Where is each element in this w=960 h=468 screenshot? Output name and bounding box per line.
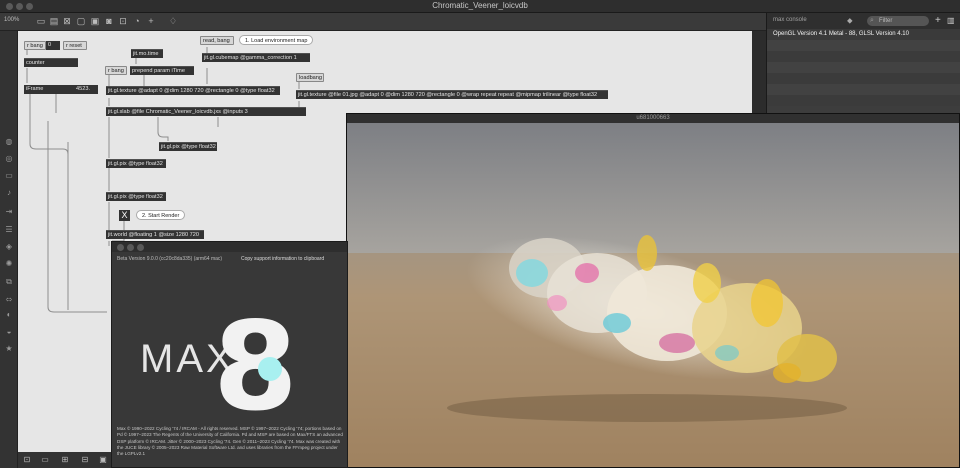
jit-mo-time-object[interactable]: jit.mo.time bbox=[131, 49, 163, 58]
prepend-param-object[interactable]: prepend param iTime bbox=[130, 66, 194, 75]
zoom-level[interactable]: 100% bbox=[4, 17, 19, 23]
max-application-window: Chromatic_Veener_loicvdb 100% ▭ ▤ ⊠ ▢ ▣ … bbox=[0, 0, 960, 468]
console-header: max console ⬥ ⌕ Filter + ▥ bbox=[767, 13, 960, 29]
sidebar-frame-icon[interactable]: ⇥ bbox=[4, 207, 14, 217]
loadbang-object[interactable]: loadbang bbox=[296, 73, 324, 82]
iframe-number-box[interactable]: 4523. bbox=[74, 85, 98, 94]
console-message[interactable]: OpenGL Version 4.1 Metal - 88, GLSL Vers… bbox=[767, 29, 960, 40]
jit-gl-cubemap-object[interactable]: jit.gl.cubemap @gamma_correction 1 bbox=[202, 53, 310, 62]
counter-object[interactable]: counter bbox=[24, 58, 78, 67]
toggle-icon[interactable]: ⊡ bbox=[118, 16, 128, 26]
window-title: Chromatic_Veener_loicvdb bbox=[432, 1, 528, 10]
button-icon[interactable]: ◙ bbox=[104, 16, 114, 26]
bottom-toolbar: ⊡ ▭ ⊞ ⊟ ▣ bbox=[18, 452, 114, 468]
add-object-icon[interactable]: + bbox=[146, 16, 156, 26]
render-window-title: u681000663 bbox=[347, 114, 959, 123]
console-row-empty bbox=[767, 40, 960, 51]
add-icon[interactable]: + bbox=[935, 15, 941, 26]
about-minimize-button[interactable] bbox=[127, 244, 134, 251]
console-title: max console bbox=[773, 17, 807, 23]
console-filter-input[interactable]: ⌕ Filter bbox=[867, 16, 929, 26]
clear-console-icon[interactable]: ▥ bbox=[947, 16, 955, 25]
max-eight-numeral: 8 bbox=[213, 296, 298, 422]
sidebar-list-icon[interactable]: ☰ bbox=[4, 225, 14, 235]
bottom-lock-icon[interactable]: ⊡ bbox=[22, 455, 32, 465]
grid-icon[interactable]: ▤ bbox=[49, 16, 59, 26]
jit-gl-texture-object-2[interactable]: jit.gl.texture @file 01.jpg @adapt 0 @di… bbox=[296, 90, 608, 99]
console-row-empty bbox=[767, 62, 960, 73]
bottom-grid-icon[interactable]: ⊞ bbox=[60, 455, 70, 465]
render-toggle[interactable]: X bbox=[119, 210, 130, 221]
console-row-empty bbox=[767, 73, 960, 84]
teal-dot-icon bbox=[258, 357, 282, 381]
jit-gl-pix-object-1[interactable]: jit.gl.pix @type float32 bbox=[159, 142, 217, 151]
message-icon[interactable]: ▣ bbox=[90, 16, 100, 26]
left-sidebar: ◍ ◎ ▭ ♪ ⇥ ☰ ◈ ✺ ⧉ ⬄ ◐ ◒ ★ bbox=[0, 31, 18, 468]
new-object-icon[interactable]: ▢ bbox=[76, 16, 86, 26]
sidebar-spoke-icon[interactable]: ✺ bbox=[4, 259, 14, 269]
read-bang-message[interactable]: read, bang bbox=[200, 36, 234, 45]
jit-gl-texture-object-1[interactable]: jit.gl.texture @adapt 0 @dim 1280 720 @r… bbox=[106, 86, 280, 95]
sidebar-music-icon[interactable]: ♪ bbox=[4, 188, 14, 198]
patcher-toolbar: 100% ▭ ▤ ⊠ ▢ ▣ ◙ ⊡ ◔ + ♢ bbox=[0, 13, 766, 31]
r-reset-object[interactable]: r reset bbox=[63, 41, 87, 50]
sidebar-tag-icon[interactable]: ◈ bbox=[4, 242, 14, 252]
console-row-empty bbox=[767, 84, 960, 95]
console-row-empty bbox=[767, 95, 960, 106]
about-max-window: Beta Version 9.0.0 (cc20c8da335) (arm64 … bbox=[111, 241, 348, 468]
bottom-presentation-icon[interactable]: ▭ bbox=[40, 455, 50, 465]
sidebar-palette-icon[interactable]: ◍ bbox=[4, 137, 14, 147]
jit-gl-pix-object-3[interactable]: jit.gl.pix @type float32 bbox=[106, 192, 166, 201]
load-environment-comment: 1. Load environment map bbox=[239, 35, 314, 45]
r-bang-object[interactable]: r bang bbox=[24, 41, 46, 50]
about-title-bar bbox=[112, 242, 347, 252]
search-icon: ⌕ bbox=[870, 17, 874, 24]
sidebar-help-icon[interactable]: ◐ bbox=[4, 310, 14, 320]
object-shadow bbox=[447, 394, 847, 422]
sidebar-window-icon[interactable]: ▭ bbox=[4, 171, 14, 181]
filter-placeholder: Filter bbox=[879, 18, 893, 24]
lock-icon[interactable]: ⊠ bbox=[62, 16, 72, 26]
filter-options-icon[interactable]: ⬥ bbox=[847, 16, 853, 26]
jit-gl-slab-object[interactable]: jit.gl.slab @file Chromatic_Veener_loicv… bbox=[106, 107, 306, 116]
render-window[interactable]: u681000663 bbox=[346, 113, 960, 468]
presentation-icon[interactable]: ▭ bbox=[36, 16, 46, 26]
title-bar: Chromatic_Veener_loicvdb bbox=[0, 0, 960, 13]
legal-notice: Max © 1990–2022 Cycling '74 / IRCAM - Al… bbox=[117, 426, 343, 457]
console-row-empty bbox=[767, 51, 960, 62]
r-bang-object-2[interactable]: r bang bbox=[105, 66, 127, 75]
bottom-audio-icon[interactable]: ▣ bbox=[98, 455, 108, 465]
number-box[interactable]: 0 bbox=[46, 41, 60, 50]
max-8-logo: MAX 8 bbox=[140, 296, 298, 422]
start-render-comment: 2. Start Render bbox=[136, 210, 186, 220]
about-zoom-button[interactable] bbox=[137, 244, 144, 251]
sidebar-patch-icon[interactable]: ⧉ bbox=[4, 277, 14, 287]
sidebar-dependency-icon[interactable]: ⬄ bbox=[4, 295, 14, 305]
jit-world-object[interactable]: jit.world @floating 1 @size 1280 720 bbox=[106, 230, 204, 239]
sidebar-inspector-icon[interactable]: ◎ bbox=[4, 154, 14, 164]
rendered-scene bbox=[347, 123, 959, 467]
about-close-button[interactable] bbox=[117, 244, 124, 251]
sidebar-settings-icon[interactable]: ◒ bbox=[4, 327, 14, 337]
iframe-label: iFrame bbox=[24, 85, 76, 94]
bottom-debug-icon[interactable]: ⊟ bbox=[80, 455, 90, 465]
sidebar-star-icon[interactable]: ★ bbox=[4, 344, 14, 354]
bell-icon[interactable]: ♢ bbox=[168, 16, 178, 26]
jit-gl-pix-object-2[interactable]: jit.gl.pix @type float32 bbox=[106, 159, 166, 168]
dial-icon[interactable]: ◔ bbox=[132, 16, 142, 26]
